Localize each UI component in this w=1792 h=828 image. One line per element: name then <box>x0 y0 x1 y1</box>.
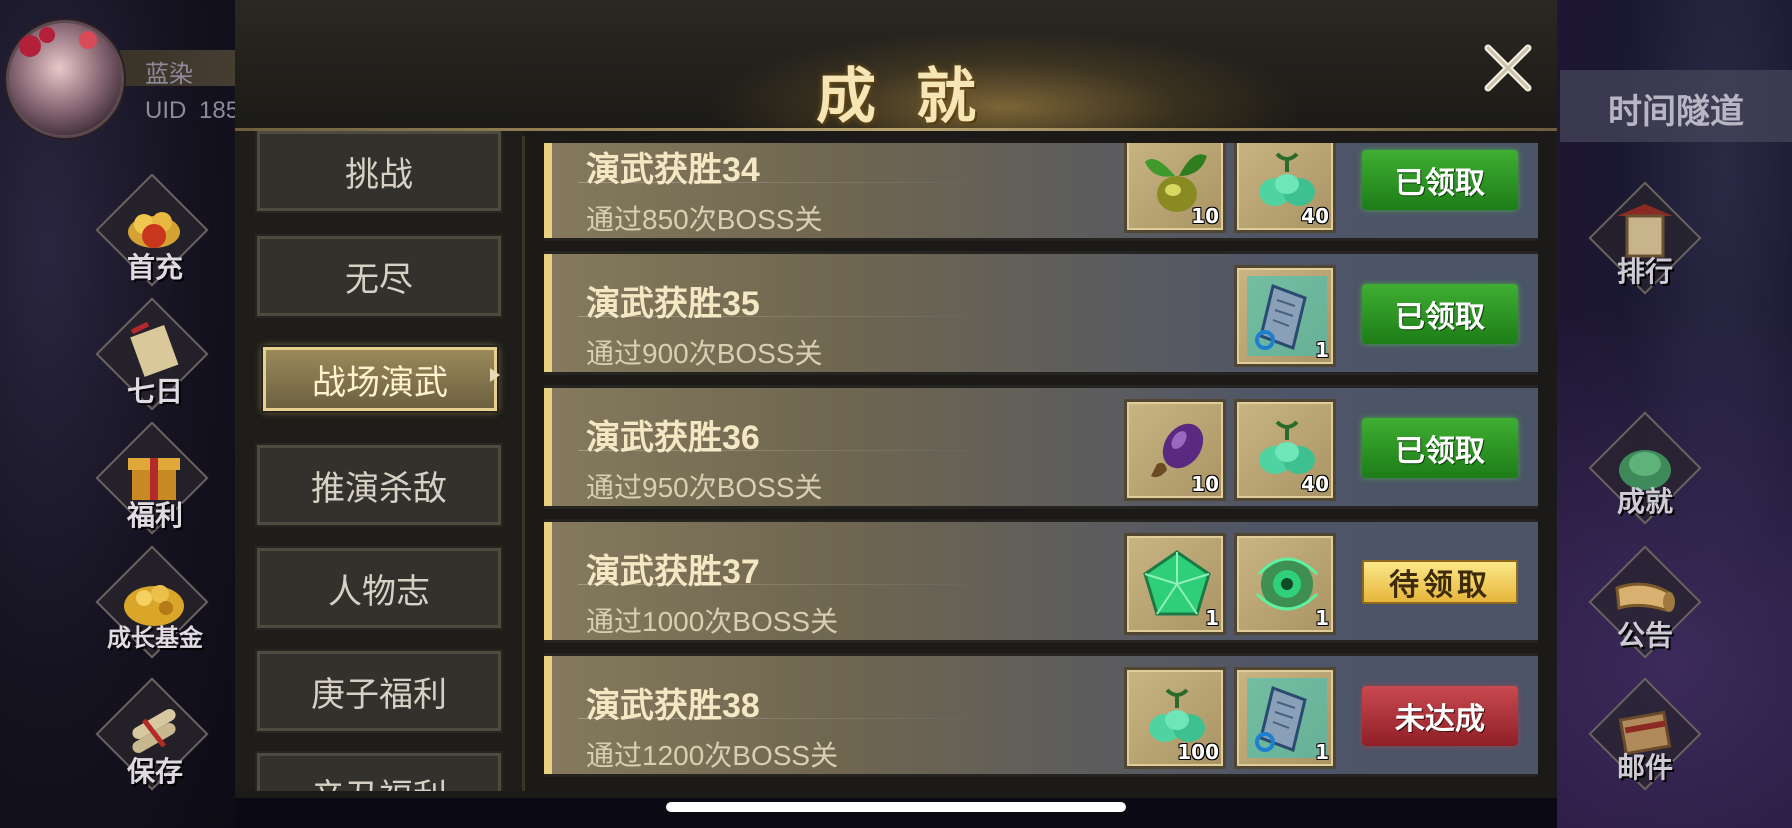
home-indicator[interactable] <box>666 802 1126 812</box>
achievement-row: 演武获胜38 通过1200次BOSS关 100 1 未达成 <box>544 653 1538 777</box>
achievement-row: 演武获胜36 通过950次BOSS关 10 40 已领取 <box>544 385 1538 509</box>
avatar[interactable] <box>6 20 124 138</box>
achievement-title: 演武获胜34 <box>586 151 760 189</box>
nav-growth-fund[interactable]: 成长基金 <box>95 545 220 662</box>
nav-label: 公告 <box>1616 619 1673 652</box>
uid-prefix: UID <box>145 97 187 124</box>
nav-label: 邮件 <box>1616 751 1673 784</box>
reward-item[interactable]: 40 <box>1234 399 1336 501</box>
row-divider-line <box>578 182 1008 183</box>
close-icon <box>1484 44 1532 92</box>
achievement-title: 演武获胜38 <box>586 687 760 725</box>
nav-label: 福利 <box>126 499 183 532</box>
status-badge-claimed[interactable]: 已领取 <box>1362 284 1518 344</box>
reward-item[interactable]: 100 <box>1124 667 1226 769</box>
nav-ranking[interactable]: 排行 <box>1588 181 1710 298</box>
status-badge-claimed[interactable]: 已领取 <box>1362 418 1518 478</box>
category-menu: 挑战 无尽 战场演武 推演杀敌 人物志 庚子福利 辛丑福利 <box>235 131 525 791</box>
nav-announcement[interactable]: 公告 <box>1588 545 1710 662</box>
nav-welfare[interactable]: 福利 <box>95 421 220 538</box>
status-badge-claimed[interactable]: 已领取 <box>1362 150 1518 210</box>
reward-qty: 1 <box>1315 740 1329 764</box>
achievement-desc: 通过950次BOSS关 <box>586 472 823 503</box>
category-tab-challenge[interactable]: 挑战 <box>255 131 503 213</box>
reward-qty: 1 <box>1315 338 1329 362</box>
menu-separator <box>522 136 525 791</box>
category-tab-endless[interactable]: 无尽 <box>255 234 503 318</box>
achievement-desc: 通过900次BOSS关 <box>586 338 823 369</box>
player-name: 蓝染 <box>145 61 193 88</box>
reward-qty: 1 <box>1205 606 1219 630</box>
active-category-pointer <box>490 368 500 382</box>
time-tunnel-label: 时间隧道 <box>1608 92 1744 132</box>
achievement-title: 演武获胜37 <box>586 553 760 591</box>
reward-qty: 40 <box>1301 472 1329 496</box>
achievement-desc: 通过850次BOSS关 <box>586 204 823 235</box>
category-tab-xinchou-welfare[interactable]: 辛丑福利 <box>255 751 503 791</box>
panel-title: 成就 <box>816 62 1016 130</box>
nav-label: 成长基金 <box>107 623 203 652</box>
row-divider-line <box>578 450 1008 451</box>
category-tab-gengzi-welfare[interactable]: 庚子福利 <box>255 649 503 733</box>
nav-label: 排行 <box>1616 255 1673 288</box>
reward-item[interactable]: 10 <box>1124 399 1226 501</box>
nav-first-recharge[interactable]: 首充 <box>95 173 220 290</box>
nav-achievement[interactable]: 成就 <box>1588 411 1710 528</box>
nav-mail[interactable]: 邮件 <box>1588 677 1710 794</box>
achievement-title: 演武获胜35 <box>586 285 760 323</box>
reward-item[interactable]: 1 <box>1234 265 1336 367</box>
nav-label: 七日 <box>126 375 183 408</box>
panel-header: 成就 <box>235 0 1557 130</box>
reward-item[interactable]: 1 <box>1124 533 1226 635</box>
achievement-desc: 通过1000次BOSS关 <box>586 606 839 637</box>
category-tab-deduce-kill[interactable]: 推演杀敌 <box>255 443 503 527</box>
achievement-desc: 通过1200次BOSS关 <box>586 740 839 771</box>
achievement-title: 演武获胜36 <box>586 419 760 457</box>
achievement-row: 演武获胜34 通过850次BOSS关 10 40 已领取 <box>544 143 1538 241</box>
status-badge-not-met[interactable]: 未达成 <box>1362 686 1518 746</box>
nav-seven-day[interactable]: 七日 <box>95 297 220 414</box>
nav-label: 首充 <box>126 251 183 284</box>
reward-item[interactable]: 10 <box>1124 143 1226 233</box>
row-divider-line <box>578 584 1008 585</box>
category-tab-battlefield[interactable]: 战场演武 <box>261 345 499 413</box>
achievement-list[interactable]: 演武获胜34 通过850次BOSS关 10 40 已领取 演武获胜35 通过90… <box>540 143 1538 791</box>
category-tab-biography[interactable]: 人物志 <box>255 546 503 630</box>
achievement-row: 演武获胜35 通过900次BOSS关 1 已领取 <box>544 251 1538 375</box>
reward-qty: 40 <box>1301 204 1329 228</box>
claim-reward-button[interactable]: 待领取 <box>1362 560 1518 604</box>
reward-qty: 10 <box>1191 472 1219 496</box>
reward-item[interactable]: 40 <box>1234 143 1336 233</box>
achievement-row: 演武获胜37 通过1000次BOSS关 1 1 待领取 <box>544 519 1538 643</box>
reward-qty: 100 <box>1177 740 1219 764</box>
reward-qty: 10 <box>1191 204 1219 228</box>
nav-save[interactable]: 保存 <box>95 677 220 794</box>
close-button[interactable] <box>1480 40 1536 96</box>
row-divider-line <box>578 316 1008 317</box>
nav-label: 保存 <box>126 755 183 788</box>
row-divider-line <box>578 718 1008 719</box>
nav-label: 成就 <box>1616 485 1673 518</box>
reward-qty: 1 <box>1315 606 1329 630</box>
reward-item[interactable]: 1 <box>1234 533 1336 635</box>
reward-item[interactable]: 1 <box>1234 667 1336 769</box>
